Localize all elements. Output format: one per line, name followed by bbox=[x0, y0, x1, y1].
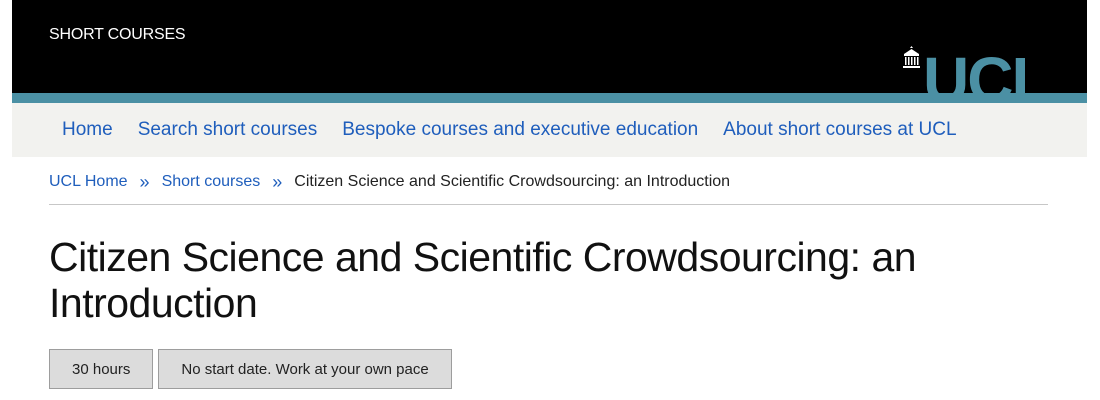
breadcrumb-ucl-home-link[interactable]: UCL Home bbox=[49, 173, 128, 191]
breadcrumb-short-courses-link[interactable]: Short courses bbox=[162, 173, 261, 191]
breadcrumb-separator-icon: » bbox=[272, 171, 283, 192]
nav-search-short-courses-link[interactable]: Search short courses bbox=[138, 119, 318, 141]
course-meta-tags: 30 hours No start date. Work at your own… bbox=[49, 349, 1048, 389]
ucl-logo-text: UCL bbox=[923, 44, 1049, 103]
course-duration-badge: 30 hours bbox=[49, 349, 154, 389]
ucl-portico-icon bbox=[903, 46, 920, 68]
main-content: UCL Home » Short courses » Citizen Scien… bbox=[49, 157, 1048, 389]
site-header: SHORT COURSES UCL bbox=[12, 0, 1087, 103]
ucl-wordmark: UCL bbox=[923, 44, 1051, 103]
ucl-logo[interactable]: UCL bbox=[900, 44, 1065, 103]
nav-home-link[interactable]: Home bbox=[62, 119, 113, 141]
breadcrumb-current-page: Citizen Science and Scientific Crowdsour… bbox=[294, 172, 731, 190]
course-start-date-badge: No start date. Work at your own pace bbox=[158, 349, 452, 389]
page: SHORT COURSES UCL Home Search short cour… bbox=[0, 0, 1100, 400]
nav-bespoke-courses-link[interactable]: Bespoke courses and executive education bbox=[342, 119, 698, 141]
breadcrumb-separator-icon: » bbox=[139, 171, 150, 192]
main-navigation: Home Search short courses Bespoke course… bbox=[12, 103, 1087, 157]
site-title[interactable]: SHORT COURSES bbox=[49, 26, 186, 44]
breadcrumb: UCL Home » Short courses » Citizen Scien… bbox=[49, 157, 1048, 205]
page-title: Citizen Science and Scientific Crowdsour… bbox=[49, 234, 917, 326]
page-frame: SHORT COURSES UCL Home Search short cour… bbox=[12, 0, 1087, 400]
nav-about-short-courses-link[interactable]: About short courses at UCL bbox=[723, 119, 956, 141]
